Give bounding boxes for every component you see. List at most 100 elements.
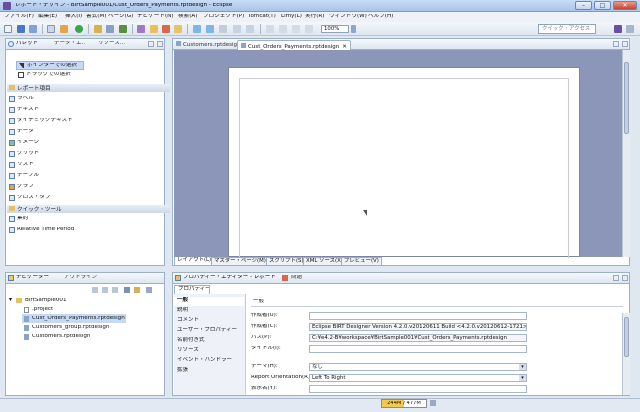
tomcat-start-icon[interactable] [150,25,158,33]
tab-master-page[interactable]: マスター・ページ(M) [211,257,269,266]
maximize-button[interactable]: □ [594,1,611,10]
expand-icon[interactable]: ▾ [9,297,12,303]
search-icon[interactable] [106,25,114,33]
up-icon[interactable] [112,287,118,293]
title-input[interactable] [309,345,527,353]
menu-navigate[interactable]: ナビゲート(N) [137,14,174,20]
palette-item-dynamic-text[interactable]: ダイナミックテキスト [6,116,166,126]
menu-limy[interactable]: Limy(L) [281,14,302,20]
orientation-select[interactable]: Left To Right [309,374,527,382]
palette-item-label[interactable]: ラベル [6,94,166,104]
zoom-out-icon[interactable] [279,25,287,33]
back-icon[interactable] [92,287,98,293]
menu-run[interactable]: 実行(R) [305,14,324,20]
tab-xml-source[interactable]: XML ソース(X) [303,257,346,266]
minimize-editor-icon[interactable] [613,41,619,47]
view-icon[interactable] [305,25,313,33]
tree-file[interactable]: .project [22,305,162,314]
maximize-panel-icon[interactable] [622,275,628,281]
save-icon[interactable] [17,25,25,33]
minimize-panel-icon[interactable] [613,275,619,281]
palette-item-relative-time-period[interactable]: Relative Time Period [6,225,166,235]
zoom-in-icon[interactable] [266,25,274,33]
pointer-select-tool[interactable]: ポインターでの選択 [16,61,84,70]
palette-item-data[interactable]: データ [6,127,166,137]
minimize-panel-icon[interactable] [148,41,154,47]
zoom-select[interactable]: 100% [321,25,349,33]
author-input[interactable] [309,312,527,320]
minimize-button[interactable]: – [575,1,592,10]
marquee-select-tool[interactable]: ドラッグでの選択 [16,71,84,80]
page-body-area[interactable] [239,78,569,258]
properties-vertical-scrollbar[interactable] [622,313,630,395]
menu-window[interactable]: ウィンドウ(W) [329,14,367,20]
link-with-editor-icon[interactable] [134,287,140,293]
back-icon[interactable] [233,25,241,33]
menu-project[interactable]: プロジェクト(P) [203,14,244,20]
tab-preview[interactable]: プレビュー(V) [341,257,382,266]
category-event-handler[interactable]: イベント・ハンドラー [174,357,244,366]
menu-file[interactable]: ファイル(F) [4,14,34,20]
menu-help[interactable]: ヘルプ(H) [368,14,393,20]
tree-project[interactable]: ▾ BirtSample001 [6,296,166,305]
tab-layout[interactable]: レイアウト(L) [174,257,215,266]
tab-palette[interactable]: パレット [16,41,38,47]
tab-data-explorer[interactable]: データ・エ.. [54,41,85,47]
forward-icon[interactable] [102,287,108,293]
menu-tomcat[interactable]: Tomcat(T) [248,14,276,20]
tab-resource-explorer[interactable]: リソース... [98,41,125,47]
tab-navigator[interactable]: ナビゲーター [16,275,49,281]
chevron-down-icon[interactable]: ▾ [519,375,526,381]
debug-icon[interactable] [60,25,68,33]
forward-icon[interactable] [246,25,254,33]
tree-file[interactable]: Customers_group.rptdesign [22,323,162,332]
palette-item-image[interactable]: イメージ [6,138,166,148]
palette-item-crosstab[interactable]: クロス・タブ [6,193,166,203]
perspective-icon[interactable] [614,25,622,33]
last-edit-icon[interactable] [219,25,227,33]
tab-cust-orders-payments[interactable]: Cust_Orders_Payments.rptdesign ✕ [237,40,351,50]
prev-annotation-icon[interactable] [193,25,201,33]
report-items-header[interactable]: レポート項目 [7,84,170,92]
heap-status[interactable]: 244M / 477M [381,399,427,408]
tab-customers-rptdesign[interactable]: Customers.rptdesign [176,41,240,49]
palette-item-text[interactable]: テキスト [6,105,166,115]
palette-item-aggregation[interactable]: 集約 [6,214,166,224]
tomcat-restart-icon[interactable] [174,25,182,33]
fit-icon[interactable] [292,25,300,33]
palette-item-table[interactable]: テーブル [6,171,166,181]
subtab-properties[interactable]: プロパティー [174,285,210,294]
scrollbar-thumb[interactable] [624,62,629,134]
palette-item-grid[interactable]: グリッド [6,149,166,159]
palette-item-list[interactable]: リスト [6,160,166,170]
print-icon[interactable] [47,25,55,33]
perspective-menu-icon[interactable] [626,25,634,33]
run-icon[interactable] [75,25,83,33]
view-menu-icon[interactable] [146,287,152,293]
tab-script[interactable]: スクリプト(S) [266,257,307,266]
tab-outline[interactable]: アウトライン [64,275,97,281]
category-comments[interactable]: コメント [174,317,244,326]
new-icon[interactable] [4,25,12,33]
menu-page[interactable]: ページ(G) [108,14,133,20]
quick-access-input[interactable]: クイック・アクセス [538,24,596,34]
save-all-icon[interactable] [29,25,37,33]
open-type-icon[interactable] [94,25,102,33]
quick-tools-header[interactable]: クイック・ツール [7,205,170,213]
layout-canvas[interactable] [174,50,622,258]
zoom-dropdown-icon[interactable] [351,25,356,33]
report-page[interactable] [228,67,580,258]
maximize-panel-icon[interactable] [157,41,163,47]
tree-file-selected[interactable]: Cust_Orders_Payments.rptdesign [22,314,126,323]
menu-edit[interactable]: 編集(E) [38,14,57,20]
category-extended[interactable]: 拡張 [174,367,244,376]
menu-insert[interactable]: 挿入(I) [65,14,82,20]
tomcat-stop-icon[interactable] [162,25,170,33]
maximize-editor-icon[interactable] [622,41,628,47]
garbage-collect-icon[interactable] [430,400,436,406]
category-general[interactable]: 一般 [174,297,244,306]
scrollbar-thumb[interactable] [624,317,629,357]
collapse-all-icon[interactable] [124,287,130,293]
menu-format[interactable]: 書式(M) [86,14,106,20]
category-description[interactable]: 説明 [174,307,244,316]
